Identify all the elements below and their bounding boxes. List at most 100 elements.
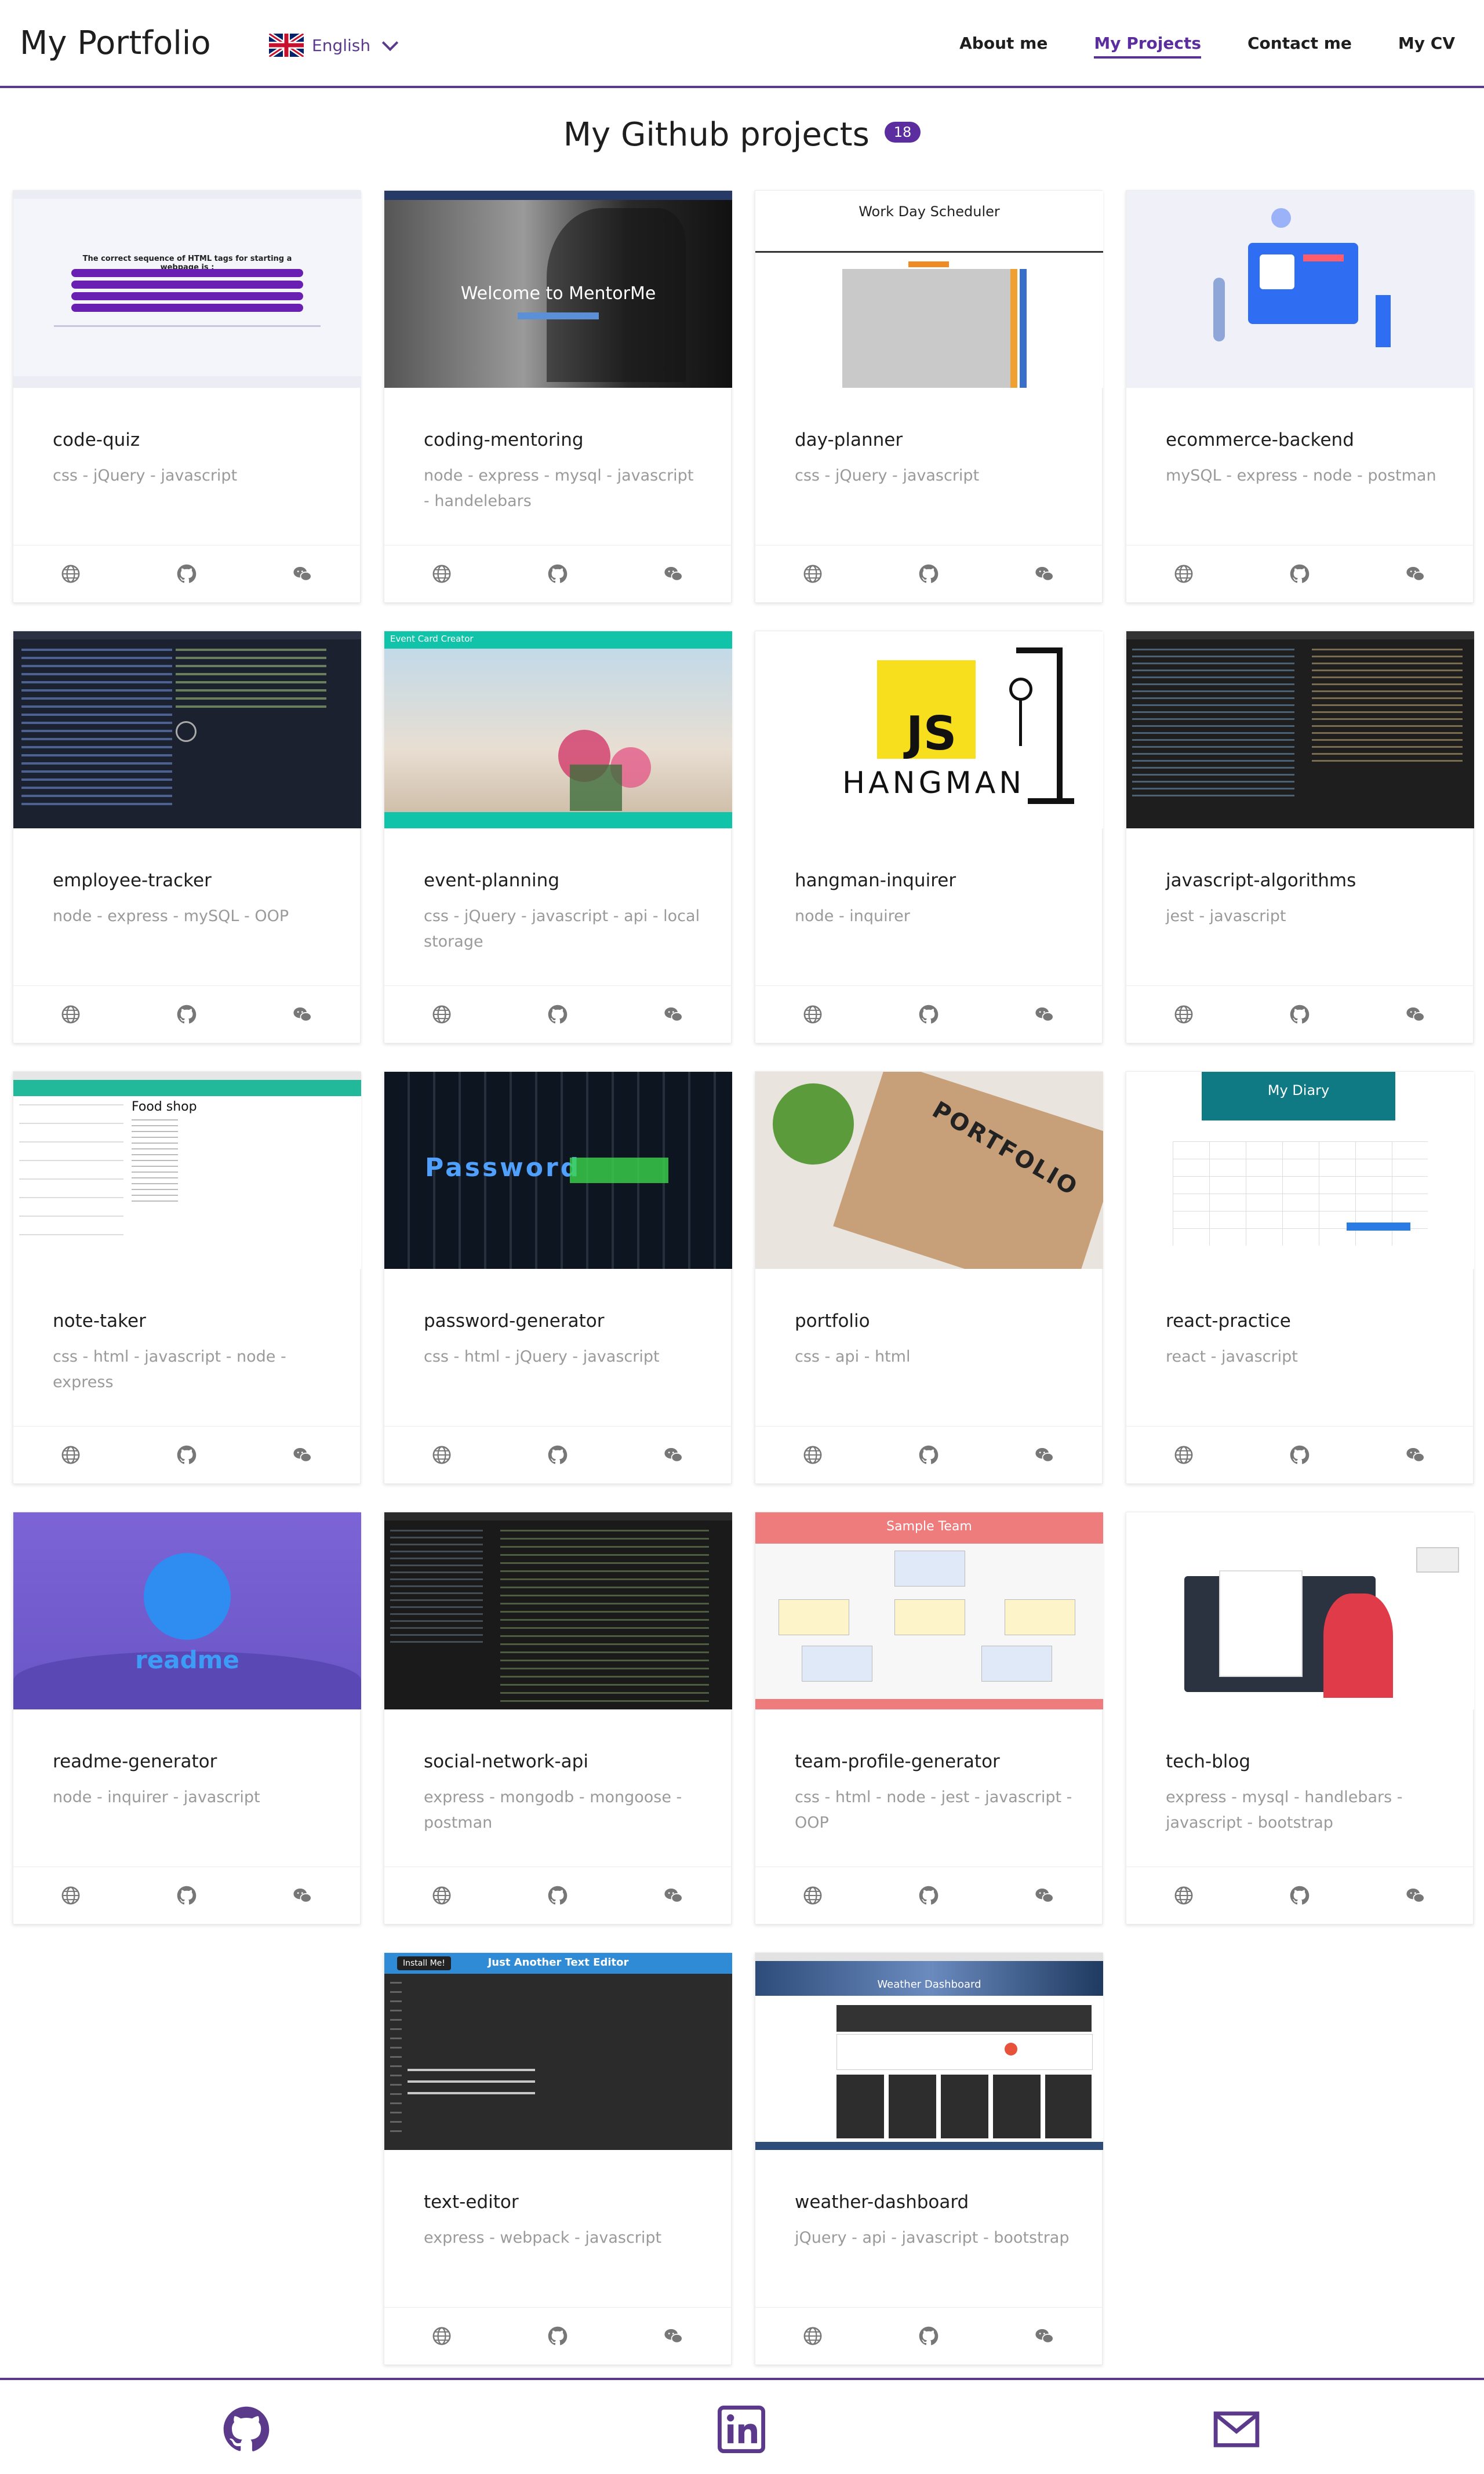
wechat-icon[interactable] — [1406, 1005, 1425, 1024]
wechat-icon[interactable] — [664, 1886, 683, 1905]
nav-contact-me[interactable]: Contact me — [1247, 34, 1352, 59]
project-thumbnail[interactable]: Work Day Scheduler — [755, 191, 1103, 388]
wechat-icon[interactable] — [1406, 1886, 1425, 1905]
project-thumbnail[interactable]: My Diary — [1126, 1072, 1474, 1269]
globe-icon[interactable] — [61, 1886, 81, 1905]
wechat-icon[interactable] — [1035, 564, 1054, 584]
project-thumbnail[interactable] — [1126, 631, 1474, 828]
github-icon[interactable] — [919, 1886, 939, 1905]
project-card[interactable]: My Diary react-practice react - javascrip… — [1126, 1071, 1474, 1484]
nav-my-projects[interactable]: My Projects — [1094, 34, 1201, 59]
github-icon[interactable] — [919, 2326, 939, 2346]
wechat-icon[interactable] — [293, 564, 312, 584]
nav-about-me[interactable]: About me — [959, 34, 1047, 59]
project-card[interactable]: Sample Team team-profile-generator css - … — [755, 1512, 1103, 1924]
globe-icon[interactable] — [432, 564, 452, 584]
github-icon[interactable] — [919, 1445, 939, 1465]
project-card[interactable]: ecommerce-backend mySQL - express - node … — [1126, 190, 1474, 603]
wechat-icon[interactable] — [1035, 1005, 1054, 1024]
project-card[interactable]: readme readme-generator node - inquirer -… — [13, 1512, 361, 1924]
github-icon[interactable] — [548, 1886, 568, 1905]
globe-icon[interactable] — [61, 1445, 81, 1465]
wechat-icon[interactable] — [664, 1005, 683, 1024]
project-thumbnail[interactable]: Weather Dashboard — [755, 1953, 1103, 2150]
github-icon[interactable] — [177, 564, 197, 584]
globe-icon[interactable] — [803, 1886, 823, 1905]
project-card[interactable]: Welcome to MentorMe coding-mentoring node… — [384, 190, 732, 603]
globe-icon[interactable] — [803, 564, 823, 584]
globe-icon[interactable] — [432, 2326, 452, 2346]
project-card[interactable]: employee-tracker node - express - mySQL -… — [13, 631, 361, 1043]
github-icon[interactable] — [177, 1005, 197, 1024]
project-thumbnail[interactable]: Sample Team — [755, 1512, 1103, 1709]
github-icon[interactable] — [548, 2326, 568, 2346]
globe-icon[interactable] — [432, 1886, 452, 1905]
project-card[interactable]: tech-blog express - mysql - handlebars - … — [1126, 1512, 1474, 1924]
github-icon[interactable] — [177, 1445, 197, 1465]
project-thumbnail[interactable]: Event Card Creator — [384, 631, 732, 828]
github-icon[interactable] — [1290, 564, 1310, 584]
project-thumbnail[interactable]: Food shop — [13, 1072, 361, 1269]
project-card[interactable]: The correct sequence of HTML tags for st… — [13, 190, 361, 603]
mail-icon[interactable] — [1213, 2406, 1260, 2453]
brand-title[interactable]: My Portfolio — [20, 24, 211, 62]
project-card[interactable]: Weather Dashboard weather-dashboard jQuer… — [755, 1952, 1103, 2365]
wechat-icon[interactable] — [1406, 1445, 1425, 1465]
project-card[interactable]: JS HANGMAN hangman-inquirer node - inquir… — [755, 631, 1103, 1043]
project-thumbnail[interactable] — [13, 631, 361, 828]
github-icon[interactable] — [223, 2406, 270, 2453]
project-card[interactable]: Password password-generator css - html - … — [384, 1071, 732, 1484]
wechat-icon[interactable] — [1035, 1886, 1054, 1905]
project-thumbnail[interactable]: The correct sequence of HTML tags for st… — [13, 191, 361, 388]
project-card[interactable]: Install Me! Just Another Text Editor tex… — [384, 1952, 732, 2365]
globe-icon[interactable] — [61, 1005, 81, 1024]
project-thumbnail[interactable] — [384, 1512, 732, 1709]
project-card[interactable]: social-network-api express - mongodb - mo… — [384, 1512, 732, 1924]
globe-icon[interactable] — [1174, 564, 1194, 584]
project-thumbnail[interactable]: Password — [384, 1072, 732, 1269]
globe-icon[interactable] — [61, 564, 81, 584]
github-icon[interactable] — [548, 1445, 568, 1465]
globe-icon[interactable] — [432, 1005, 452, 1024]
github-icon[interactable] — [548, 1005, 568, 1024]
project-card[interactable]: Work Day Scheduler day-planner css - jQue… — [755, 190, 1103, 603]
globe-icon[interactable] — [803, 1005, 823, 1024]
wechat-icon[interactable] — [1035, 2326, 1054, 2346]
project-thumbnail[interactable]: PORTFOLIO — [755, 1072, 1103, 1269]
github-icon[interactable] — [919, 564, 939, 584]
github-icon[interactable] — [1290, 1005, 1310, 1024]
github-icon[interactable] — [1290, 1886, 1310, 1905]
project-thumbnail[interactable]: JS HANGMAN — [755, 631, 1103, 828]
globe-icon[interactable] — [1174, 1886, 1194, 1905]
project-thumbnail[interactable]: Welcome to MentorMe — [384, 191, 732, 388]
globe-icon[interactable] — [803, 1445, 823, 1465]
project-card[interactable]: Event Card Creator event-planning css - j… — [384, 631, 732, 1043]
globe-icon[interactable] — [803, 2326, 823, 2346]
github-icon[interactable] — [548, 564, 568, 584]
wechat-icon[interactable] — [293, 1445, 312, 1465]
github-icon[interactable] — [1290, 1445, 1310, 1465]
project-thumbnail[interactable] — [1126, 1512, 1474, 1709]
wechat-icon[interactable] — [1035, 1445, 1054, 1465]
nav-my-cv[interactable]: My CV — [1398, 34, 1455, 59]
github-icon[interactable] — [177, 1886, 197, 1905]
project-card[interactable]: javascript-algorithms jest - javascript — [1126, 631, 1474, 1043]
wechat-icon[interactable] — [664, 2326, 683, 2346]
project-thumbnail[interactable]: Install Me! Just Another Text Editor — [384, 1953, 732, 2150]
globe-icon[interactable] — [1174, 1005, 1194, 1024]
thumb-hang-js: JS — [906, 707, 957, 761]
project-card[interactable]: Food shop note-taker css - html - javascr… — [13, 1071, 361, 1484]
wechat-icon[interactable] — [293, 1005, 312, 1024]
language-selector[interactable]: English — [269, 32, 399, 58]
project-card[interactable]: PORTFOLIO portfolio css - api - html — [755, 1071, 1103, 1484]
globe-icon[interactable] — [1174, 1445, 1194, 1465]
wechat-icon[interactable] — [293, 1886, 312, 1905]
project-thumbnail[interactable] — [1126, 191, 1474, 388]
wechat-icon[interactable] — [664, 564, 683, 584]
linkedin-icon[interactable] — [718, 2406, 765, 2453]
globe-icon[interactable] — [432, 1445, 452, 1465]
github-icon[interactable] — [919, 1005, 939, 1024]
wechat-icon[interactable] — [1406, 564, 1425, 584]
wechat-icon[interactable] — [664, 1445, 683, 1465]
project-thumbnail[interactable]: readme — [13, 1512, 361, 1709]
